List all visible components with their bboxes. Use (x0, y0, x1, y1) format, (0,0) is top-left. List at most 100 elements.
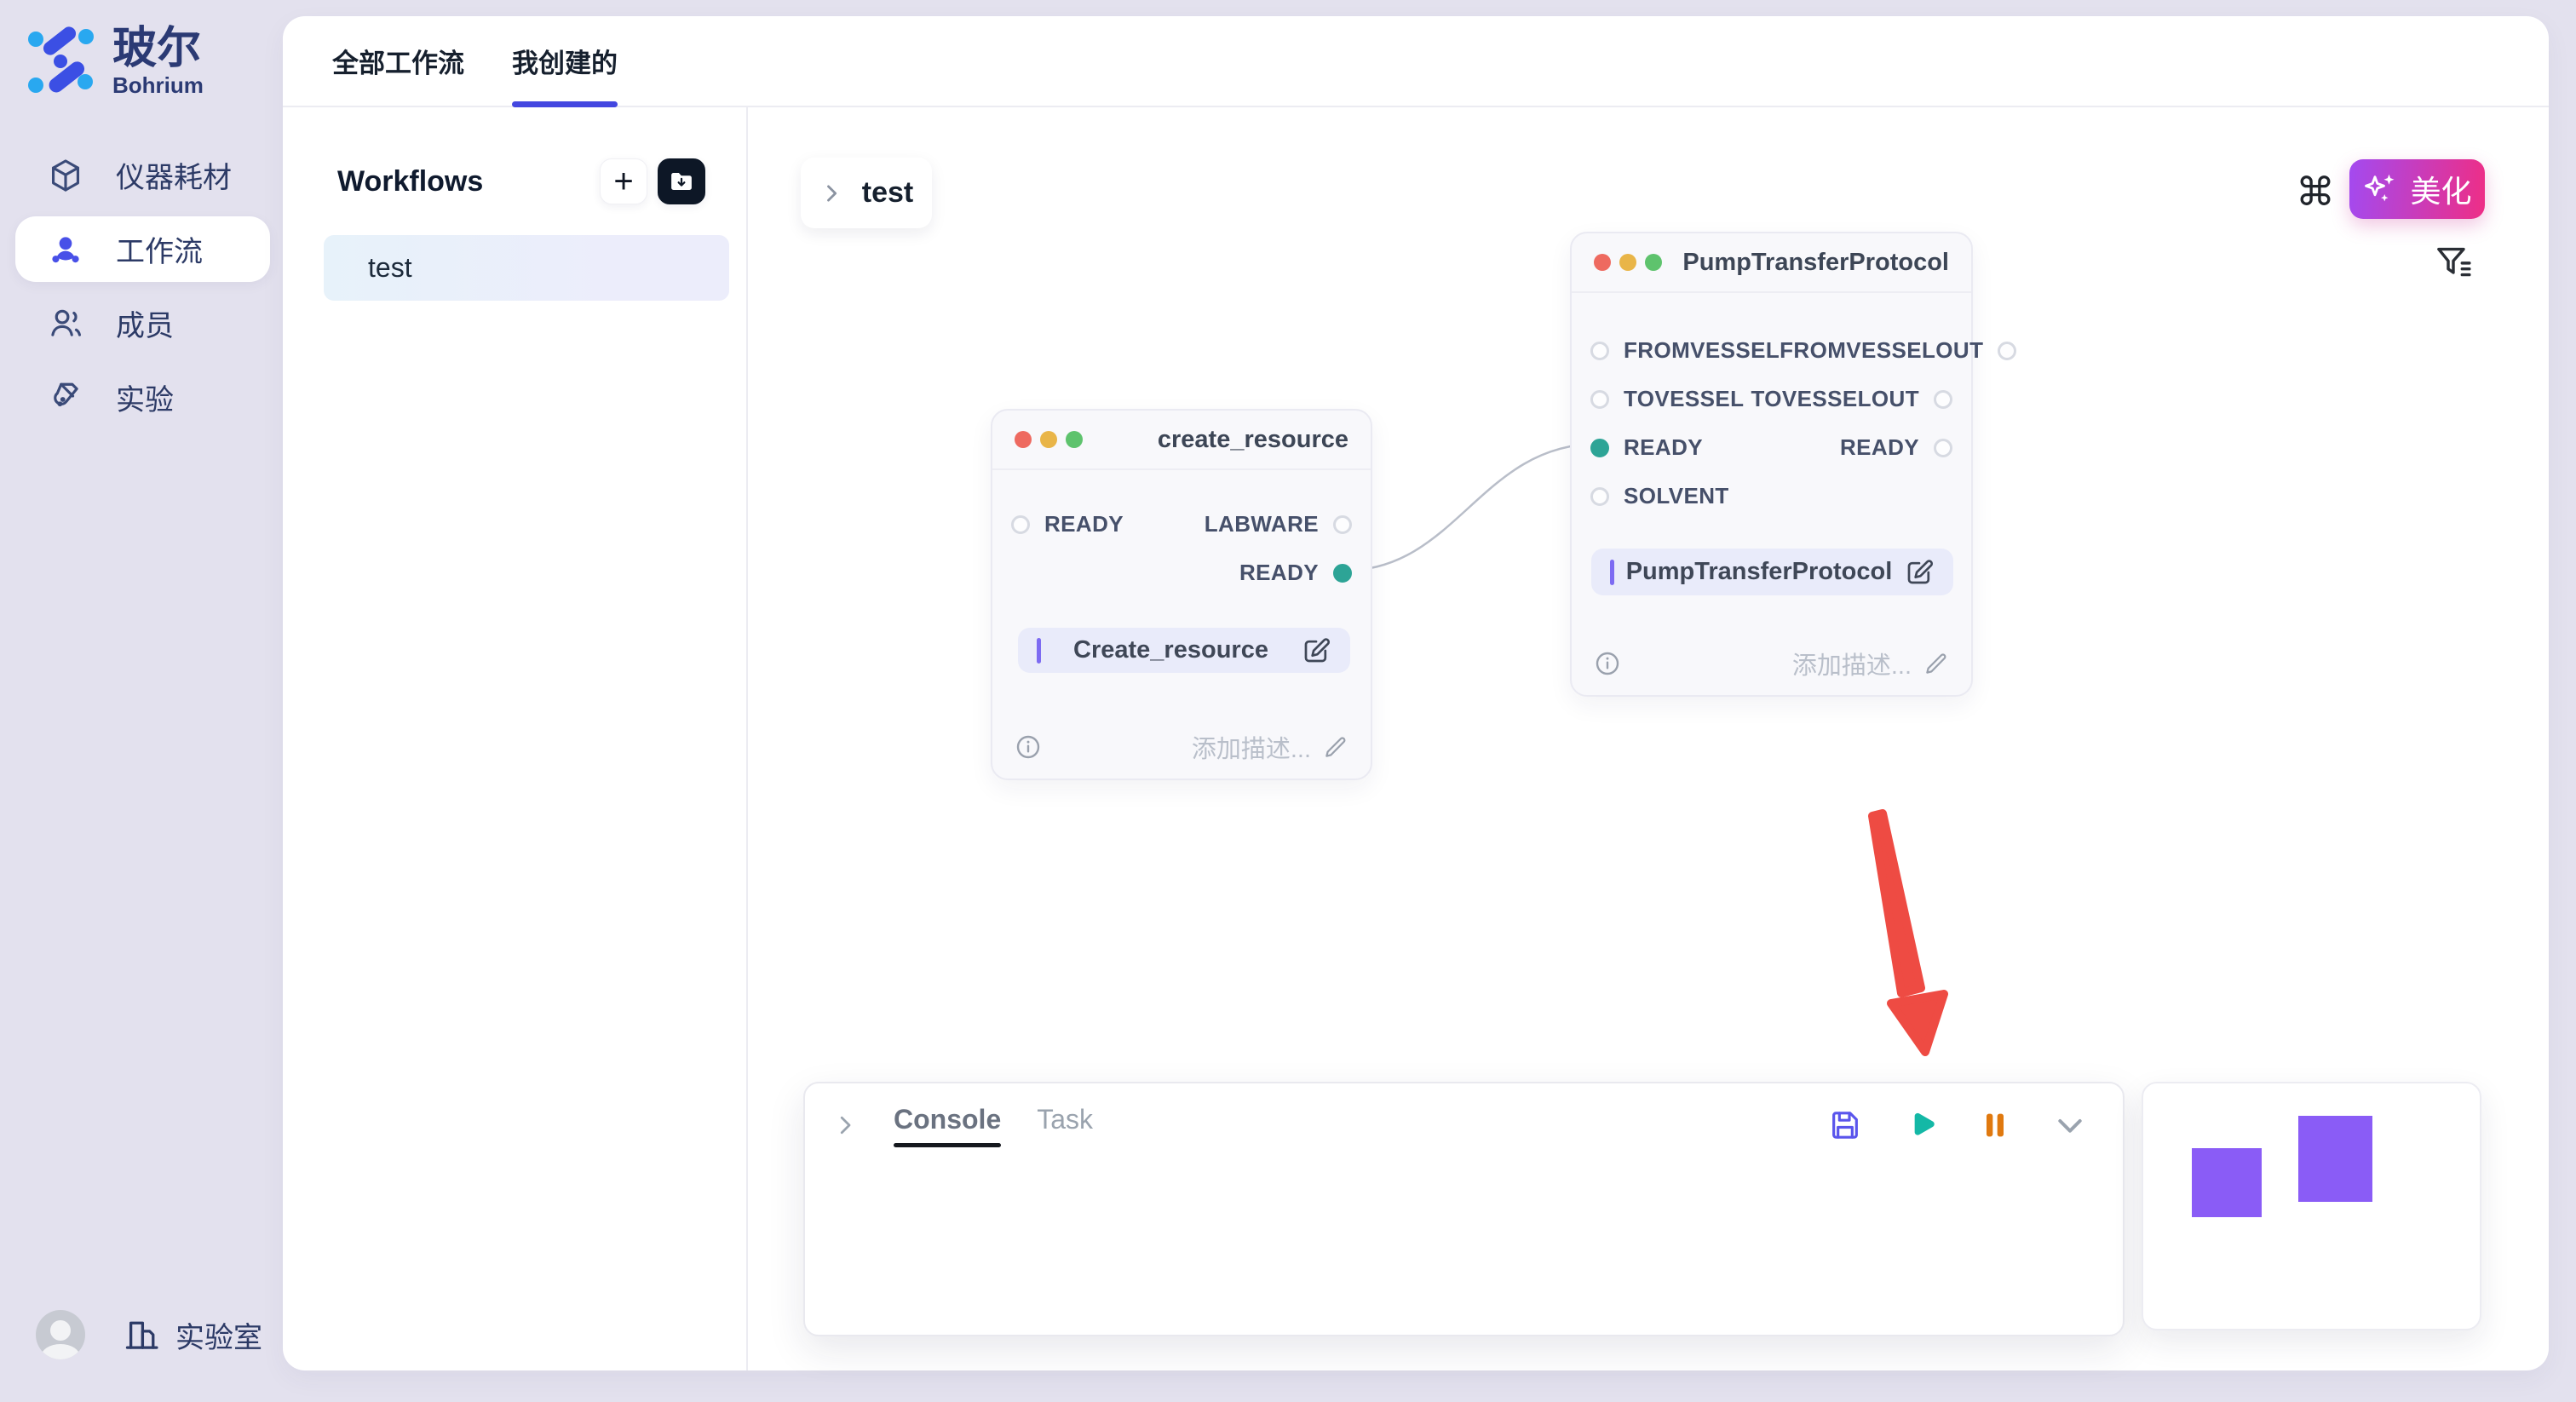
node-pill-pump-transfer[interactable]: PumpTransferProtocol (1591, 549, 1953, 595)
save-icon[interactable] (1828, 1108, 1862, 1142)
tab-created-by-me[interactable]: 我创建的 (512, 16, 618, 106)
port-circle[interactable] (1934, 390, 1952, 409)
port-circle[interactable] (1011, 515, 1030, 534)
chevron-down-icon[interactable] (2053, 1108, 2087, 1142)
members-icon (48, 306, 83, 342)
pause-icon[interactable] (1978, 1108, 2012, 1142)
traffic-lights (1015, 431, 1083, 448)
description-placeholder[interactable]: 添加描述... (1792, 646, 1949, 681)
input-port-tovessel[interactable]: TOVESSEL (1590, 386, 1744, 412)
minimap[interactable] (2142, 1082, 2481, 1330)
minimap-node (2298, 1116, 2372, 1202)
traffic-light-red-icon (1594, 254, 1611, 271)
command-button[interactable]: ⌘ (2296, 172, 2335, 211)
workflow-icon (48, 232, 83, 267)
port-circle[interactable] (1590, 487, 1609, 506)
sidebar-item-workflows[interactable]: 工作流 (0, 212, 283, 286)
traffic-lights (1594, 254, 1662, 271)
sidebar-item-members[interactable]: 成员 (0, 286, 283, 360)
sidebar-item-label: 实验 (116, 376, 174, 418)
port-circle[interactable] (1590, 342, 1609, 360)
sidebar-nav: 仪器耗材 工作流 成员 (0, 138, 283, 434)
port-circle-connected[interactable] (1590, 439, 1609, 457)
output-port-labware[interactable]: LABWARE (1205, 511, 1352, 537)
workflow-list-item[interactable]: test (324, 235, 729, 301)
import-folder-button[interactable] (658, 158, 705, 204)
pencil-icon (1923, 651, 1949, 676)
edit-icon[interactable] (1904, 557, 1935, 588)
chevron-right-icon (819, 181, 843, 205)
input-port-fromvessel[interactable]: FROMVESSEL (1590, 337, 1780, 364)
sidebar-item-label: 仪器耗材 (116, 154, 232, 196)
workflows-panel: Workflows + test (283, 107, 748, 1370)
sidebar-item-label: 成员 (116, 302, 174, 344)
building-icon (123, 1316, 160, 1353)
port-row: TOVESSEL TOVESSELOUT (1572, 375, 1971, 423)
output-port-ready[interactable]: READY (1239, 560, 1352, 586)
workflow-tabs: 全部工作流 我创建的 (283, 16, 2549, 107)
sidebar: 玻尔 Bohrium 仪器耗材 工作流 (0, 0, 283, 1402)
output-port-ready[interactable]: READY (1840, 434, 1952, 461)
input-port-ready[interactable]: READY (1011, 511, 1124, 537)
node-title: PumpTransferProtocol (1682, 249, 1949, 277)
brand-subtitle: Bohrium (112, 72, 204, 99)
tab-all-workflows[interactable]: 全部工作流 (332, 16, 464, 106)
port-row: READY LABWARE (992, 500, 1371, 549)
main-card: 全部工作流 我创建的 Workflows + (283, 16, 2549, 1370)
flow-canvas[interactable]: test ⌘ 美化 (750, 107, 2549, 1370)
workflows-title: Workflows (337, 165, 483, 198)
port-circle-connected[interactable] (1333, 564, 1352, 583)
sparkles-icon (2362, 171, 2398, 207)
beautify-button[interactable]: 美化 (2349, 159, 2485, 219)
brand-logo: 玻尔 Bohrium (26, 26, 204, 99)
breadcrumb[interactable]: test (801, 158, 932, 228)
sidebar-item-label: 工作流 (116, 228, 203, 270)
app-root: 玻尔 Bohrium 仪器耗材 工作流 (0, 0, 2576, 1402)
command-icon: ⌘ (2296, 172, 2335, 211)
filter-icon[interactable] (2433, 242, 2474, 283)
node-pump-transfer-protocol[interactable]: PumpTransferProtocol FROMVESSEL FROMVESS… (1570, 232, 1973, 697)
traffic-light-red-icon (1015, 431, 1032, 448)
add-workflow-button[interactable]: + (600, 158, 647, 204)
info-icon[interactable] (1015, 733, 1042, 761)
port-circle[interactable] (1934, 439, 1952, 457)
port-circle[interactable] (1998, 342, 2016, 360)
port-row: READY (992, 549, 1371, 597)
avatar[interactable] (36, 1310, 85, 1359)
info-icon[interactable] (1594, 650, 1621, 677)
box-icon (48, 158, 83, 193)
tab-task[interactable]: Task (1037, 1104, 1093, 1146)
description-placeholder[interactable]: 添加描述... (1192, 729, 1348, 765)
port-circle[interactable] (1333, 515, 1352, 534)
sidebar-item-instruments[interactable]: 仪器耗材 (0, 138, 283, 212)
edit-icon[interactable] (1301, 635, 1331, 666)
plus-icon: + (613, 164, 633, 198)
traffic-light-green-icon (1645, 254, 1662, 271)
bohrium-logo-icon (26, 26, 99, 99)
output-port-fromvesselout[interactable]: FROMVESSELOUT (1780, 337, 2016, 364)
beautify-label: 美化 (2410, 167, 2471, 211)
lab-switcher[interactable]: 实验室 (123, 1314, 262, 1356)
console-collapse-icon[interactable] (832, 1112, 858, 1138)
folder-download-icon (669, 169, 694, 194)
edge-create-to-pump (1344, 444, 1598, 571)
experiment-icon (48, 380, 83, 416)
brand-title: 玻尔 (112, 26, 204, 71)
input-port-ready[interactable]: READY (1590, 434, 1703, 461)
input-port-solvent[interactable]: SOLVENT (1590, 483, 1729, 509)
node-title: create_resource (1158, 426, 1348, 454)
console-panel: Console Task (803, 1082, 2125, 1336)
play-icon[interactable] (1903, 1108, 1937, 1142)
sidebar-item-experiments[interactable]: 实验 (0, 360, 283, 434)
pencil-icon (1323, 734, 1348, 760)
node-create-resource[interactable]: create_resource READY LABWARE (991, 409, 1372, 780)
port-row: FROMVESSEL FROMVESSELOUT (1572, 326, 1971, 375)
port-circle[interactable] (1590, 390, 1609, 409)
output-port-tovesselout[interactable]: TOVESSELOUT (1751, 386, 1952, 412)
lab-label: 实验室 (175, 1314, 262, 1356)
traffic-light-yellow-icon (1040, 431, 1057, 448)
node-pill-create-resource[interactable]: Create_resource (1018, 628, 1350, 673)
port-row: SOLVENT (1572, 472, 1971, 520)
tab-console[interactable]: Console (894, 1104, 1001, 1146)
breadcrumb-label: test (862, 176, 913, 210)
